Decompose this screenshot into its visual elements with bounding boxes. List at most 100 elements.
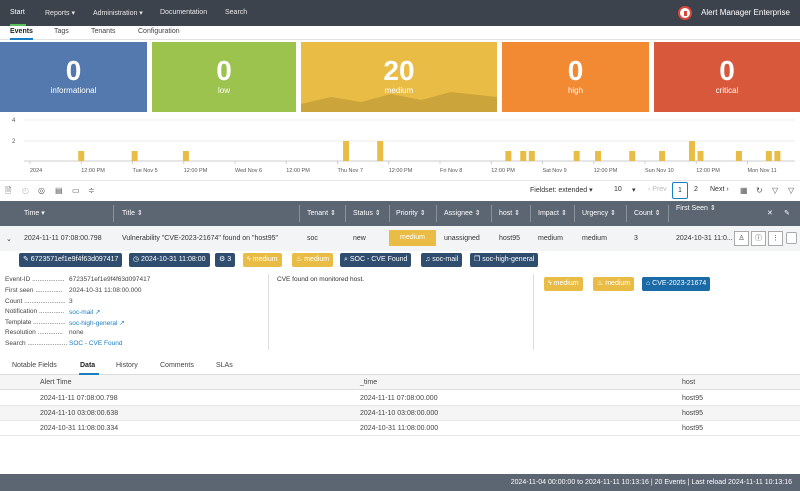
col-alert-time[interactable]: Alert Time <box>40 379 72 386</box>
label: medium <box>384 86 414 95</box>
tag-first-seen[interactable]: ◷ 2024-10-31 11:08:00 <box>129 253 210 267</box>
template-link[interactable]: soc-high-general ↗ <box>69 319 125 327</box>
nav-administration[interactable]: Administration ▾ <box>93 9 143 17</box>
page-1-button[interactable]: 1 <box>672 182 688 199</box>
tab-comments[interactable]: Comments <box>160 362 194 369</box>
card-informational[interactable]: 0 informational <box>0 42 147 112</box>
card-critical[interactable]: 0 critical <box>654 42 800 112</box>
col-time-raw[interactable]: _time <box>360 379 377 386</box>
next-button[interactable]: Next › <box>710 186 729 193</box>
bar[interactable] <box>688 141 695 161</box>
tag-search[interactable]: ⌕ SOC - CVE Found <box>340 253 412 267</box>
col-impact[interactable]: Impact ⇕ <box>538 209 567 217</box>
reload-icon[interactable]: ↻ <box>756 186 764 195</box>
bar[interactable] <box>697 151 704 161</box>
bar[interactable] <box>659 151 666 161</box>
bar[interactable] <box>343 141 350 161</box>
bar[interactable] <box>78 151 85 161</box>
y-tick-label: 4 <box>12 118 16 124</box>
edit-icon[interactable]: ✎ <box>784 209 790 217</box>
col-count[interactable]: Count ⇕ <box>634 209 661 217</box>
nav-start[interactable]: Start <box>10 9 25 16</box>
prev-button[interactable]: ‹ Prev <box>648 186 667 193</box>
count: 0 <box>567 55 584 86</box>
table-row[interactable]: ⌄ 2024-11-11 07:08:00.798 Vulnerability … <box>0 226 800 251</box>
more-icon[interactable]: ⋮ <box>768 231 783 246</box>
list-icon[interactable]: ▭ <box>72 186 80 195</box>
bar[interactable] <box>765 151 772 161</box>
data-table-header <box>0 375 800 390</box>
col-tenant[interactable]: Tenant ⇕ <box>307 209 336 217</box>
card-medium[interactable]: 20 medium <box>301 42 497 112</box>
filter-icon[interactable]: ▽ <box>788 186 796 195</box>
split-icon[interactable]: ≑ <box>88 186 96 195</box>
x-tick-label: 12:00 PM <box>389 168 413 174</box>
bar[interactable] <box>505 151 512 161</box>
close-icon[interactable]: ✕ <box>767 209 773 217</box>
col-host[interactable]: host <box>682 379 695 386</box>
page-2-button[interactable]: 2 <box>694 186 698 193</box>
row-checkbox[interactable] <box>786 232 797 244</box>
x-tick-label: 2024 <box>30 168 42 174</box>
export-icon[interactable]: 🗎 <box>5 186 13 195</box>
app-title: Alert Manager Enterprise <box>701 8 790 17</box>
nav-search[interactable]: Search <box>225 9 247 16</box>
label: high <box>567 86 584 95</box>
fieldset-select[interactable]: Fieldset: extended ▾ <box>530 186 593 194</box>
badge-cve[interactable]: ⌂ CVE-2023-21674 <box>642 277 711 291</box>
tag-count[interactable]: ⚙ 3 <box>215 253 236 267</box>
page-size-select[interactable]: 10 <box>614 186 622 193</box>
info-icon[interactable]: ⓘ <box>751 231 766 246</box>
col-assignee[interactable]: Assignee ⇕ <box>444 209 481 217</box>
bar[interactable] <box>182 151 189 161</box>
subnav-events[interactable]: Events <box>10 28 33 35</box>
bar[interactable] <box>528 151 535 161</box>
col-priority[interactable]: Priority ⇕ <box>396 209 426 217</box>
nav-documentation[interactable]: Documentation <box>160 9 207 16</box>
detail-label: Template .................. <box>5 319 66 326</box>
bar[interactable] <box>629 151 636 161</box>
tab-slas[interactable]: SLAs <box>216 362 233 369</box>
chevron-down-icon[interactable]: ▾ <box>632 186 636 194</box>
tag-notification[interactable]: ♫ soc-mail <box>421 253 463 267</box>
count: 0 <box>719 55 735 86</box>
expand-chevron-icon[interactable]: ⌄ <box>6 235 12 243</box>
columns-icon[interactable]: ▦ <box>740 186 748 195</box>
tab-notable-fields[interactable]: Notable Fields <box>12 362 57 369</box>
card-high[interactable]: 0 high <box>502 42 649 112</box>
bar[interactable] <box>131 151 138 161</box>
events-table-header: Time ▾ Title ⇕ Tenant ⇕ Status ⇕ Priorit… <box>0 201 800 226</box>
subnav-configuration[interactable]: Configuration <box>138 28 180 35</box>
bar[interactable] <box>735 151 742 161</box>
nav-reports[interactable]: Reports ▾ <box>45 9 75 17</box>
tab-data[interactable]: Data <box>80 362 95 369</box>
col-time[interactable]: Time ▾ <box>24 209 45 217</box>
col-host[interactable]: host ⇕ <box>499 209 520 217</box>
refresh-icon[interactable]: ◎ <box>38 186 46 195</box>
bar[interactable] <box>573 151 580 161</box>
tag-urgency[interactable]: ♨ medium <box>292 253 334 267</box>
col-first-seen[interactable]: First Seen ⇕ <box>676 204 716 214</box>
subnav-tenants[interactable]: Tenants <box>91 28 116 35</box>
label: low <box>217 86 230 95</box>
bar[interactable] <box>774 151 781 161</box>
col-title[interactable]: Title ⇕ <box>122 209 143 217</box>
timer-icon[interactable]: ◴ <box>22 186 30 195</box>
col-urgency[interactable]: Urgency ⇕ <box>582 209 616 217</box>
bar[interactable] <box>520 151 527 161</box>
tag-template[interactable]: ❐ soc-high-general <box>470 253 539 267</box>
col-status[interactable]: Status ⇕ <box>353 209 381 217</box>
detail-label: Event-ID .................. <box>5 276 65 283</box>
bar[interactable] <box>377 141 384 161</box>
card-low[interactable]: 0 low <box>152 42 296 112</box>
tag-impact[interactable]: ϟ medium <box>243 253 282 267</box>
tag-event-id[interactable]: ✎ 6723571ef1e9f4f63d097417 <box>19 253 123 267</box>
search-link[interactable]: SOC - CVE Found <box>69 340 122 347</box>
assign-user-icon[interactable]: ♙ <box>734 231 749 246</box>
bar[interactable] <box>595 151 602 161</box>
filter-clear-icon[interactable]: ▽ <box>772 186 780 195</box>
subnav-tags[interactable]: Tags <box>54 28 69 35</box>
tab-history[interactable]: History <box>116 362 138 369</box>
calendar-icon[interactable]: ▤ <box>55 186 63 195</box>
notification-link[interactable]: soc-mail ↗ <box>69 308 100 316</box>
